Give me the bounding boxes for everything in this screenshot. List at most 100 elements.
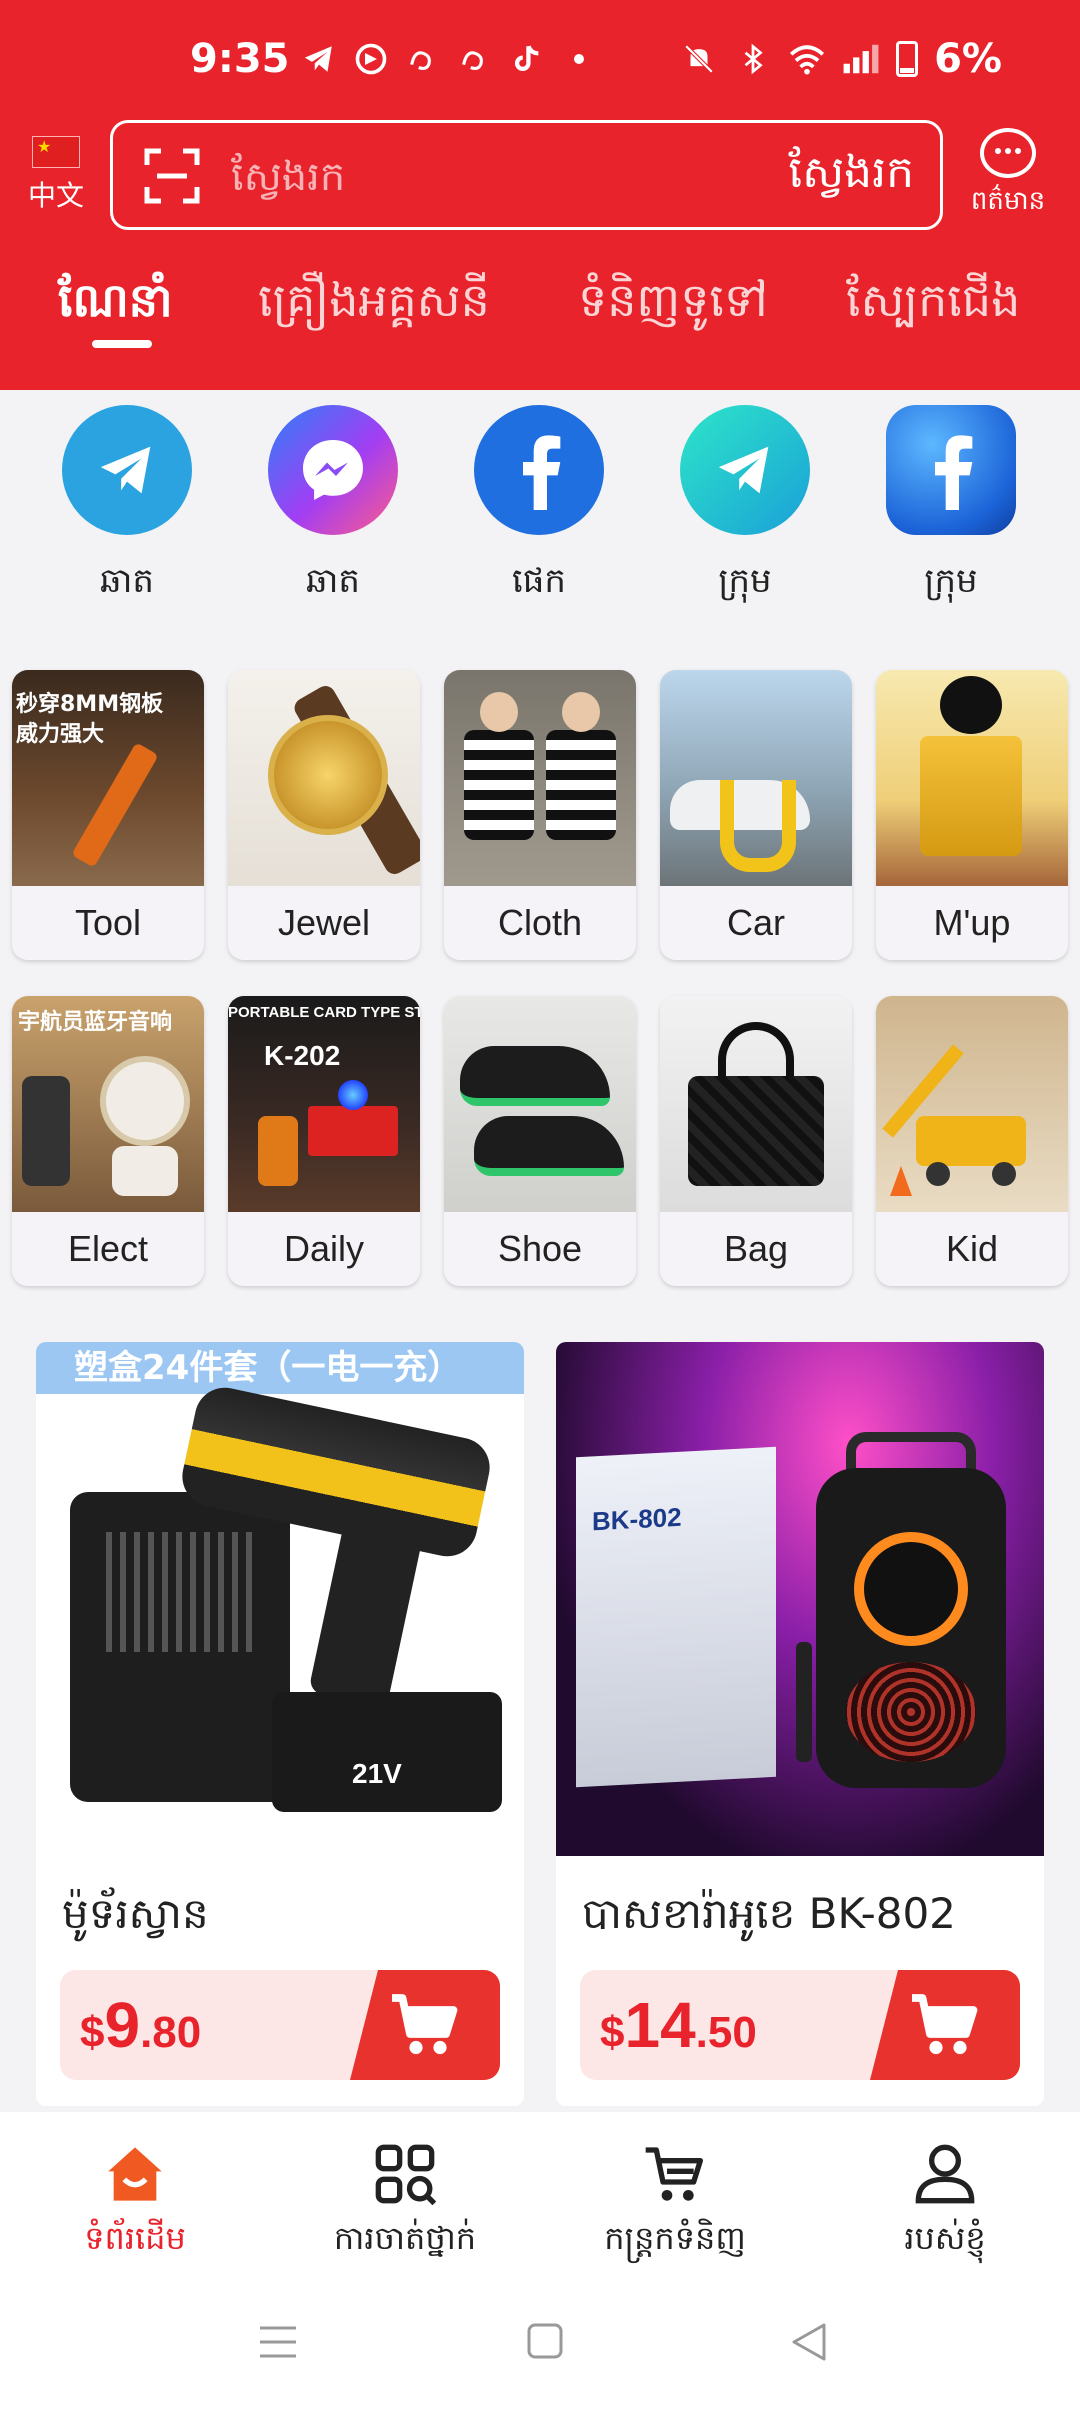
- category-elect[interactable]: 宇航员蓝牙音响 Elect: [12, 996, 204, 1286]
- profile-icon: [915, 2144, 975, 2204]
- back-triangle-icon[interactable]: [790, 2322, 828, 2362]
- china-flag-icon: [32, 136, 80, 168]
- category-image-model: K-202: [264, 1040, 341, 1071]
- tab-shoes[interactable]: ស្បែកជើង: [846, 272, 1020, 339]
- status-system-icons: 6%: [680, 36, 1002, 82]
- nav-label: របស់ខ្ញុំ: [904, 2219, 986, 2257]
- search-button[interactable]: ស្វែងរក: [788, 145, 914, 209]
- category-bag[interactable]: Bag: [660, 996, 852, 1286]
- category-image-jewel: [228, 670, 420, 886]
- add-to-cart-button[interactable]: [870, 1970, 1020, 2080]
- perfume-cap-icon: [940, 676, 1002, 734]
- messages-button[interactable]: ពត៌មាន: [958, 128, 1058, 222]
- social-label: ឆាត: [100, 561, 154, 601]
- social-telegram-group[interactable]: ក្រុម: [675, 405, 815, 609]
- box-model-label: BK-802: [592, 1501, 682, 1537]
- social-facebook-page[interactable]: ផេក: [469, 405, 609, 609]
- dot-icon: [560, 40, 598, 78]
- product-price: $9.80: [80, 1989, 202, 2061]
- search-input[interactable]: ស្វែងរក: [231, 151, 345, 210]
- battery-pack: 21V: [272, 1692, 502, 1812]
- nav-label: ការចាត់ថ្នាក់: [333, 2219, 477, 2257]
- add-to-cart-button[interactable]: [350, 1970, 500, 2080]
- category-label: Elect: [12, 1212, 204, 1286]
- category-image-caption: PORTABLE CARD TYPE STOVE: [228, 1004, 420, 1021]
- category-tool[interactable]: 秒穿8MM钢板 威力强大 Tool: [12, 670, 204, 960]
- category-image-cloth: [444, 670, 636, 886]
- tab-electronics[interactable]: គ្រឿងអគ្គសនី: [258, 272, 490, 339]
- category-shoe[interactable]: Shoe: [444, 996, 636, 1286]
- toy-truck-icon: [916, 1116, 1026, 1166]
- face-icon: [480, 692, 518, 732]
- category-cloth[interactable]: Cloth: [444, 670, 636, 960]
- price-bar: $14.50: [580, 1970, 1020, 2080]
- stove-icon: [308, 1106, 398, 1156]
- wheel-icon: [992, 1162, 1016, 1186]
- social-messenger-chat[interactable]: ឆាត: [263, 405, 403, 609]
- category-icon: [375, 2144, 437, 2206]
- category-kid[interactable]: Kid: [876, 996, 1068, 1286]
- category-daily[interactable]: PORTABLE CARD TYPE STOVE K-202 Daily: [228, 996, 420, 1286]
- category-image-caption: 秒穿8MM钢板 威力强大: [16, 692, 164, 747]
- category-jewel[interactable]: Jewel: [228, 670, 420, 960]
- social-telegram-chat[interactable]: ឆាត: [57, 405, 197, 609]
- category-label: Tool: [12, 886, 204, 960]
- telegram-icon: [300, 40, 338, 78]
- wifi-icon: [788, 40, 826, 78]
- scan-icon[interactable]: [143, 147, 201, 205]
- product-banner: 塑盒24件套（一电一充）: [36, 1342, 524, 1394]
- social-label: ក្រុម: [924, 561, 978, 601]
- search-bar[interactable]: ស្វែងរក ស្វែងរក: [110, 120, 943, 230]
- category-image-shoe: [444, 996, 636, 1212]
- language-label: 中文: [27, 179, 84, 212]
- category-car[interactable]: Car: [660, 670, 852, 960]
- product-price: $14.50: [600, 1989, 757, 2061]
- home-square-icon[interactable]: [526, 2322, 564, 2360]
- tab-recommend[interactable]: ណែនាំ: [58, 272, 173, 339]
- drill-handle-icon: [308, 1515, 424, 1709]
- telegram-icon: [680, 405, 810, 535]
- social-label: ក្រុម: [718, 561, 772, 601]
- sneaker-icon: [460, 1046, 610, 1106]
- watch-icon: [268, 715, 388, 835]
- social-links: ឆាត ឆាត ផេក ក្រុម ក្រុម: [0, 405, 1080, 610]
- category-image-elect: 宇航员蓝牙音响: [12, 996, 204, 1212]
- language-switch[interactable]: 中文: [26, 136, 86, 214]
- facebook-icon: [474, 405, 604, 535]
- striped-shirt-icon: [546, 730, 616, 840]
- product-name: ម៉ូទ័រស្វាន: [62, 1889, 209, 1938]
- nav-home[interactable]: ទំព័រដើម: [0, 2142, 270, 2265]
- messenger-icon: [268, 405, 398, 535]
- nav-profile[interactable]: របស់ខ្ញុំ: [810, 2142, 1080, 2265]
- price-bar: $9.80: [60, 1970, 500, 2080]
- nav-cart[interactable]: កន្ត្រកទំនិញ: [540, 2142, 810, 2265]
- battery-icon: [896, 41, 919, 77]
- status-bar: 9:35 6%: [0, 30, 1080, 90]
- category-label: Kid: [876, 1212, 1068, 1286]
- social-label: ឆាត: [306, 561, 360, 601]
- messages-label: ពត៌មាន: [970, 186, 1046, 216]
- flame-icon: [338, 1080, 368, 1110]
- astronaut-speaker-icon: [100, 1056, 190, 1146]
- tab-general-goods[interactable]: ទំនិញទូទៅ: [578, 272, 768, 339]
- threads-icon: [456, 40, 494, 78]
- bluetooth-icon: [734, 40, 772, 78]
- microphone-icon: [796, 1642, 812, 1762]
- category-label: M'up: [876, 886, 1068, 960]
- social-facebook-group[interactable]: ក្រុម: [881, 405, 1021, 609]
- product-card[interactable]: BK-802 បាសខារ៉ាអូខេ BK-802 $14.50: [556, 1342, 1044, 2106]
- cart-icon: [392, 1994, 458, 2055]
- category-label: Daily: [228, 1212, 420, 1286]
- signal-icon: [842, 40, 880, 78]
- recents-menu-icon[interactable]: [258, 2322, 298, 2362]
- product-image-drill: 塑盒24件套（一电一充） 21V: [36, 1342, 524, 1856]
- bottom-navigation: ទំព័រដើម ការចាត់ថ្នាក់ កន្ត្រកទំនិញ របស់…: [0, 2112, 1080, 2282]
- drill-bits-icon: [106, 1532, 256, 1652]
- category-makeup[interactable]: M'up: [876, 670, 1068, 960]
- sneaker-icon: [474, 1116, 624, 1176]
- mute-icon: [680, 40, 718, 78]
- nav-categories[interactable]: ការចាត់ថ្នាក់: [270, 2142, 540, 2265]
- product-card[interactable]: 塑盒24件套（一电一充） 21V ម៉ូទ័រស្វាន $9.80: [36, 1342, 524, 2106]
- category-image-car: [660, 670, 852, 886]
- speaker-grill-icon: [846, 1662, 976, 1762]
